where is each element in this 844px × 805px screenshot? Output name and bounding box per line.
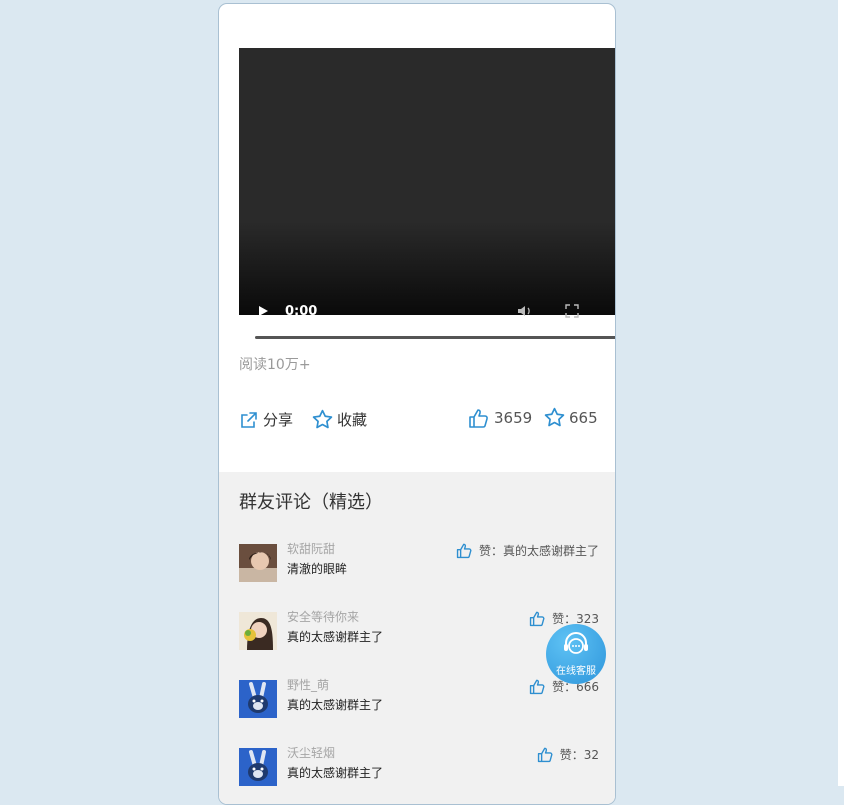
article-card: 0:00 阅读10万+ 分享 收藏 3659 665 群友评论（精选） 软甜阮甜… — [218, 3, 616, 805]
comments-title: 群友评论（精选） — [239, 492, 383, 513]
share-label: 分享 — [263, 411, 294, 429]
headset-chat-icon — [564, 632, 588, 654]
comment-like-button[interactable]: 赞：32 — [537, 746, 599, 763]
comment-author: 软甜阮甜 — [287, 542, 336, 556]
volume-icon[interactable] — [517, 304, 533, 318]
collect-label: 收藏 — [337, 411, 368, 429]
comment-text: 真的太感谢群主了 — [287, 766, 384, 780]
comment-item: 软甜阮甜 清澈的眼眸 赞：真的太感谢群主了 — [239, 540, 599, 582]
thumbs-up-icon — [537, 747, 553, 763]
favorite-count: 665 — [569, 408, 598, 427]
comment-like-button[interactable]: 赞：真的太感谢群主了 — [456, 542, 599, 559]
like-button[interactable]: 3659 — [468, 407, 532, 429]
customer-service-label: 在线客服 — [556, 666, 596, 677]
thumbs-up-icon — [529, 611, 545, 627]
video-progress-bar[interactable] — [255, 336, 615, 339]
video-player[interactable]: 0:00 — [239, 48, 615, 339]
comment-like-button[interactable]: 赞：323 — [529, 610, 599, 627]
comment-author: 野性_萌 — [287, 678, 330, 692]
thumbs-up-icon — [529, 679, 545, 695]
comment-author: 安全等待你来 — [287, 610, 360, 624]
collect-button[interactable]: 收藏 — [312, 409, 367, 430]
play-icon[interactable] — [259, 306, 268, 316]
comment-author: 沃尘轻烟 — [287, 746, 336, 760]
like-count: 3659 — [494, 409, 533, 427]
star-icon — [312, 409, 333, 429]
favorite-count-button[interactable]: 665 — [544, 407, 598, 428]
comment-like-text: 赞：32 — [559, 748, 599, 762]
avatar — [239, 680, 277, 718]
comment-item: 野性_萌 真的太感谢群主了 赞：666 — [239, 676, 599, 718]
comment-text: 真的太感谢群主了 — [287, 630, 384, 644]
comment-text: 真的太感谢群主了 — [287, 698, 384, 712]
share-icon — [241, 411, 257, 428]
thumbs-up-icon — [456, 543, 472, 559]
avatar — [239, 544, 277, 582]
video-time: 0:00 — [285, 304, 318, 319]
avatar — [239, 748, 277, 786]
avatar — [239, 612, 277, 650]
fullscreen-icon[interactable] — [565, 304, 579, 318]
read-count: 阅读10万+ — [239, 357, 311, 373]
comment-item: 沃尘轻烟 真的太感谢群主了 赞：32 — [239, 744, 599, 786]
comment-text: 清澈的眼眸 — [287, 562, 348, 576]
share-button[interactable]: 分享 — [239, 409, 293, 430]
star-icon — [544, 407, 565, 427]
thumbs-up-icon — [469, 409, 488, 428]
comment-item: 安全等待你来 真的太感谢群主了 赞：323 — [239, 608, 599, 650]
customer-service-button[interactable]: 在线客服 — [546, 624, 606, 684]
comment-like-text: 赞：真的太感谢群主了 — [478, 544, 599, 558]
page-edge — [838, 0, 844, 786]
